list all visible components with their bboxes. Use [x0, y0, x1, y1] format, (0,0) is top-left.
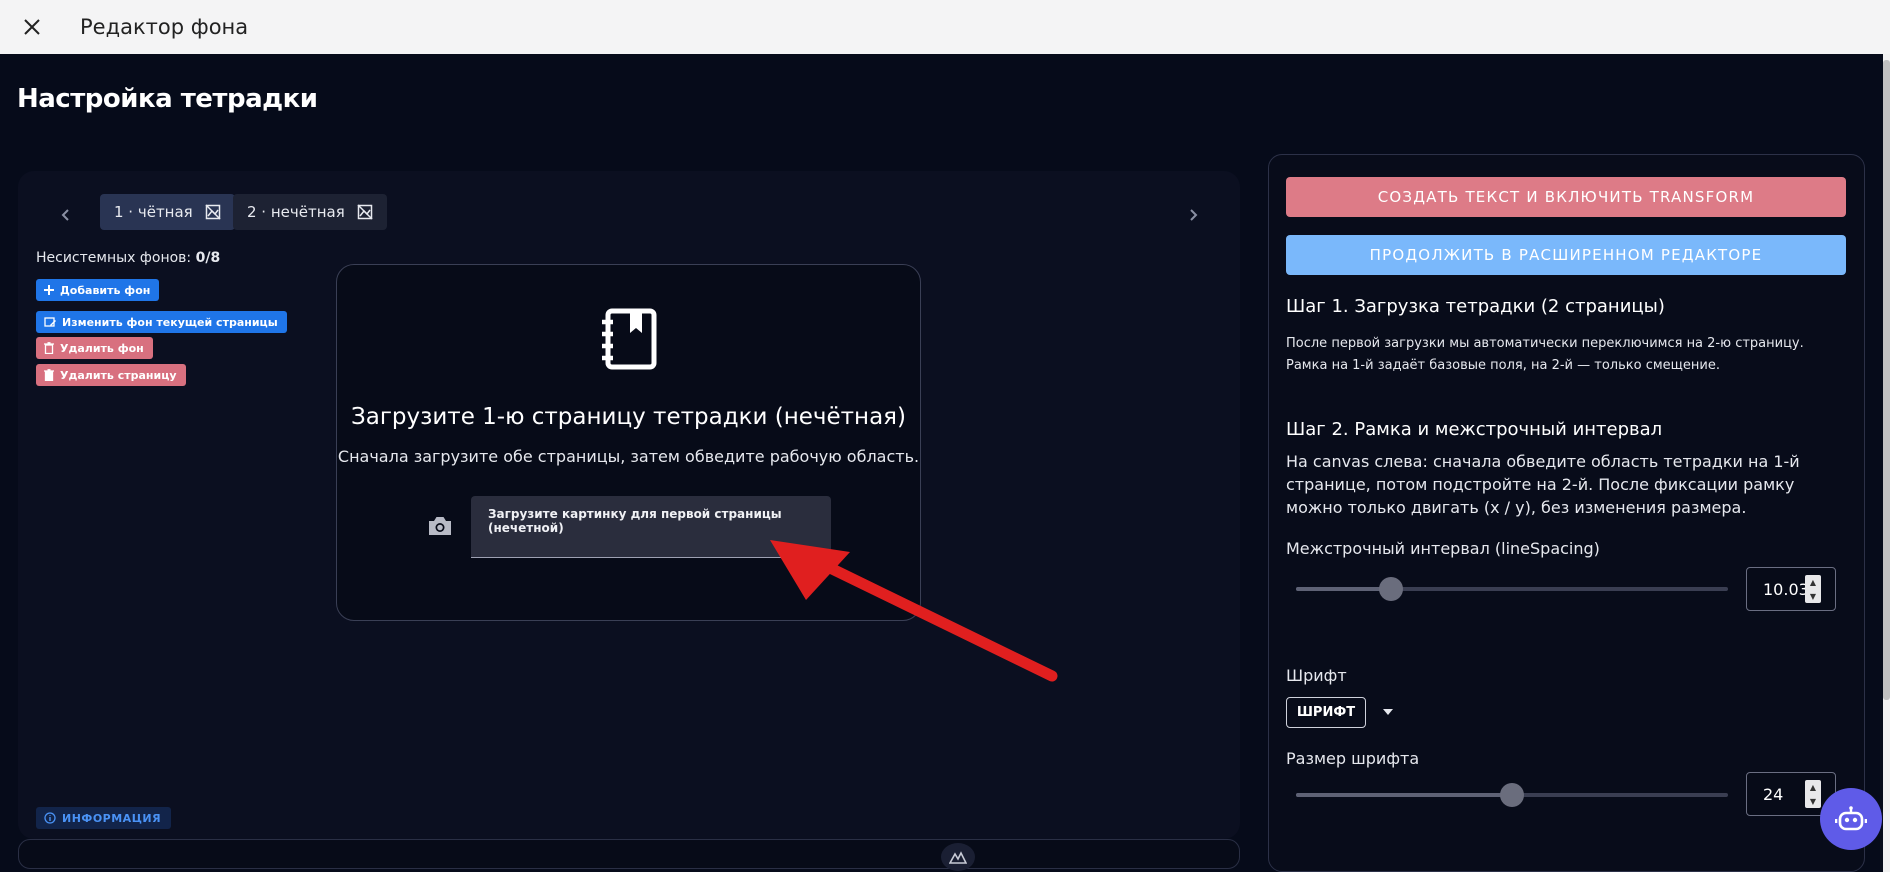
font-size-slider-fill	[1296, 793, 1512, 797]
assistant-bot-button[interactable]	[1820, 788, 1882, 850]
font-size-slider[interactable]	[1296, 783, 1728, 807]
line-spacing-spinner[interactable]: ▲ ▼	[1805, 575, 1821, 603]
prev-page-button[interactable]	[50, 199, 82, 231]
bottom-drawer-handle[interactable]	[18, 839, 1240, 869]
image-off-icon	[205, 204, 221, 220]
font-size-value: 24	[1763, 784, 1784, 804]
change-background-label: Изменить фон текущей страницы	[62, 315, 278, 329]
camera-icon[interactable]	[427, 515, 453, 537]
line-spacing-slider[interactable]	[1296, 577, 1728, 601]
tab-label: 1 · чётная	[114, 203, 193, 221]
font-label: Шрифт	[1286, 666, 1347, 685]
info-button[interactable]: ИНФОРМАЦИЯ	[36, 807, 172, 829]
step-2-text: На canvas слева: сначала обведите област…	[1286, 452, 1800, 517]
chevron-right-icon	[1190, 209, 1198, 221]
notebook-icon	[602, 308, 657, 370]
continue-advanced-editor-button[interactable]: ПРОДОЛЖИТЬ В РАСШИРЕННОМ РЕДАКТОРЕ	[1286, 235, 1846, 275]
annotation-arrow-icon	[770, 540, 1058, 682]
tab-label: 2 · нечётная	[247, 203, 345, 221]
step-2-title: Шаг 2. Рамка и межстрочный интервал	[1286, 419, 1663, 440]
info-icon	[44, 812, 56, 824]
tab-page-2[interactable]: 2 · нечётная	[233, 194, 387, 230]
chevron-left-icon	[61, 209, 69, 221]
line-spacing-value: 10.03	[1763, 579, 1809, 599]
caret-down-icon[interactable]	[1378, 702, 1398, 722]
spinner-up-icon[interactable]: ▲	[1810, 783, 1816, 792]
info-label: ИНФОРМАЦИЯ	[62, 811, 162, 825]
upload-title: Загрузите 1-ю страницу тетрадки (нечётна…	[350, 404, 906, 430]
tab-page-1[interactable]: 1 · чётная	[100, 194, 235, 230]
font-size-label: Размер шрифта	[1286, 749, 1420, 768]
close-icon	[24, 19, 40, 35]
step-1-text: После первой загрузки мы автоматически п…	[1286, 336, 1804, 373]
page-title: Настройка тетрадки	[17, 84, 318, 114]
delete-page-button[interactable]: Удалить страницу	[36, 364, 186, 386]
robot-icon	[1835, 806, 1867, 831]
add-background-button[interactable]: Добавить фон	[36, 279, 160, 301]
delete-background-label: Удалить фон	[60, 341, 144, 355]
spinner-down-icon[interactable]: ▼	[1810, 797, 1816, 806]
background-count: Несистемных фонов: 0/8	[36, 250, 220, 266]
scrollbar-thumb[interactable]	[1883, 60, 1890, 700]
line-spacing-slider-fill	[1296, 587, 1392, 591]
spinner-up-icon[interactable]: ▲	[1810, 578, 1816, 587]
change-background-button[interactable]: Изменить фон текущей страницы	[36, 311, 287, 333]
plus-icon	[44, 285, 54, 295]
delete-page-label: Удалить страницу	[60, 368, 177, 382]
line-spacing-input[interactable]: 10.03 ▲ ▼	[1746, 567, 1836, 611]
close-button[interactable]	[0, 0, 64, 54]
trash-icon	[44, 369, 54, 381]
step-1-title: Шаг 1. Загрузка тетрадки (2 страницы)	[1286, 296, 1665, 317]
trash-icon	[44, 342, 54, 354]
nuxt-logo-icon[interactable]	[941, 843, 975, 871]
spinner-down-icon[interactable]: ▼	[1810, 592, 1816, 601]
window-title: Редактор фона	[80, 15, 249, 39]
font-size-spinner[interactable]: ▲ ▼	[1805, 780, 1821, 808]
create-text-transform-button[interactable]: СОЗДАТЬ ТЕКСТ И ВКЛЮЧИТЬ TRANSFORM	[1286, 177, 1846, 217]
background-count-value: 0/8	[195, 250, 221, 266]
line-spacing-label: Межстрочный интервал (lineSpacing)	[1286, 539, 1600, 558]
font-size-slider-thumb[interactable]	[1500, 783, 1524, 807]
line-spacing-slider-thumb[interactable]	[1379, 577, 1404, 601]
window-titlebar: Редактор фона	[0, 0, 1890, 54]
image-edit-icon	[44, 317, 56, 327]
image-off-icon	[357, 204, 373, 220]
background-count-label: Несистемных фонов:	[36, 250, 192, 266]
upload-subtitle: Сначала загрузите обе страницы, затем об…	[337, 447, 920, 466]
font-select-button[interactable]: ШРИФТ	[1286, 697, 1366, 728]
delete-background-button[interactable]: Удалить фон	[36, 337, 153, 359]
next-page-button[interactable]	[1177, 199, 1209, 231]
add-background-label: Добавить фон	[60, 283, 151, 297]
